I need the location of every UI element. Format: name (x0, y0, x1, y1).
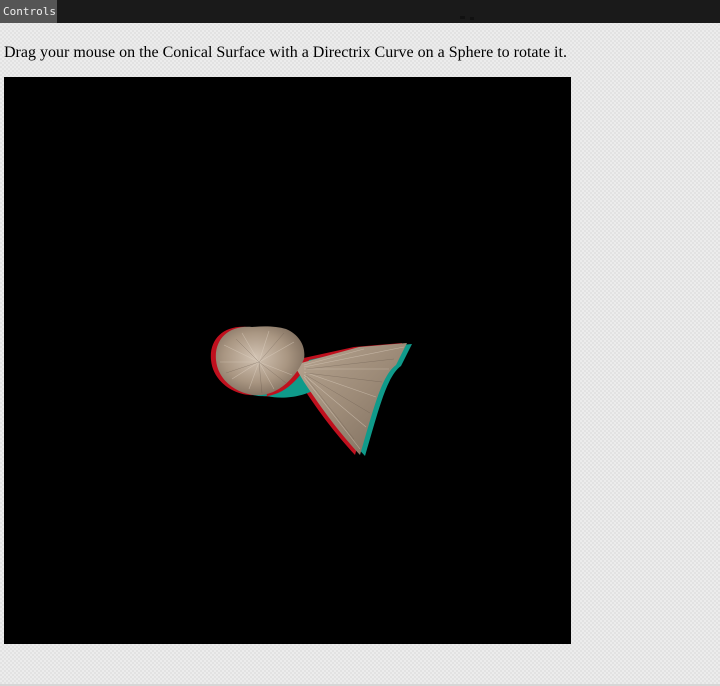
surface-viewport-canvas[interactable] (4, 77, 571, 644)
conical-surface-render (210, 326, 412, 456)
title-fragment-decoration (460, 16, 478, 20)
controls-toggle-button[interactable]: Controls (0, 0, 57, 23)
conical-surface (215, 326, 407, 455)
top-bar: Controls (0, 0, 720, 23)
instructions-text: Drag your mouse on the Conical Surface w… (4, 44, 567, 61)
